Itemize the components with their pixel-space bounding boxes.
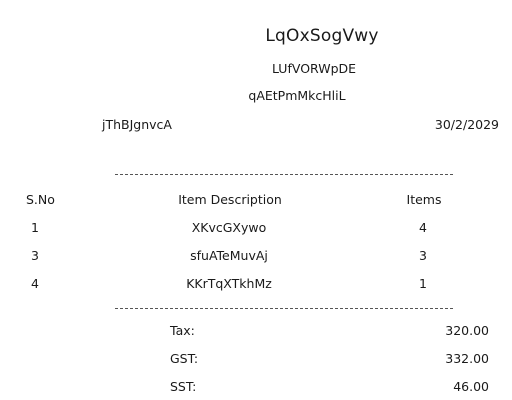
address-line-2: qAEtPmMkcHliL <box>248 88 346 103</box>
column-header-items: Items <box>406 192 442 207</box>
column-header-description: Item Description <box>178 192 282 207</box>
row-description: KKrTqXTkhMz <box>186 276 272 291</box>
receipt-date: 30/2/2029 <box>434 117 499 132</box>
separator-bottom <box>115 308 453 309</box>
row-sno: 3 <box>31 248 39 263</box>
total-value: 320.00 <box>445 323 489 338</box>
row-items: 1 <box>419 276 427 291</box>
row-description: sfuATeMuvAj <box>190 248 268 263</box>
address-line-1: LUfVORWpDE <box>271 61 357 76</box>
customer-name: jThBJgnvcA <box>102 117 172 132</box>
row-sno: 4 <box>31 276 39 291</box>
total-value: 332.00 <box>445 351 489 366</box>
total-label: Tax: <box>170 323 195 338</box>
row-items: 3 <box>419 248 427 263</box>
total-value: 46.00 <box>453 379 489 394</box>
total-label: GST: <box>170 351 199 366</box>
store-name: LqOxSogVwy <box>265 26 379 46</box>
row-items: 4 <box>419 220 427 235</box>
row-sno: 1 <box>31 220 39 235</box>
row-description: XKvcGXywo <box>191 220 267 235</box>
column-header-sno: S.No <box>26 192 55 207</box>
total-label: SST: <box>170 379 197 394</box>
separator-top <box>115 174 453 175</box>
